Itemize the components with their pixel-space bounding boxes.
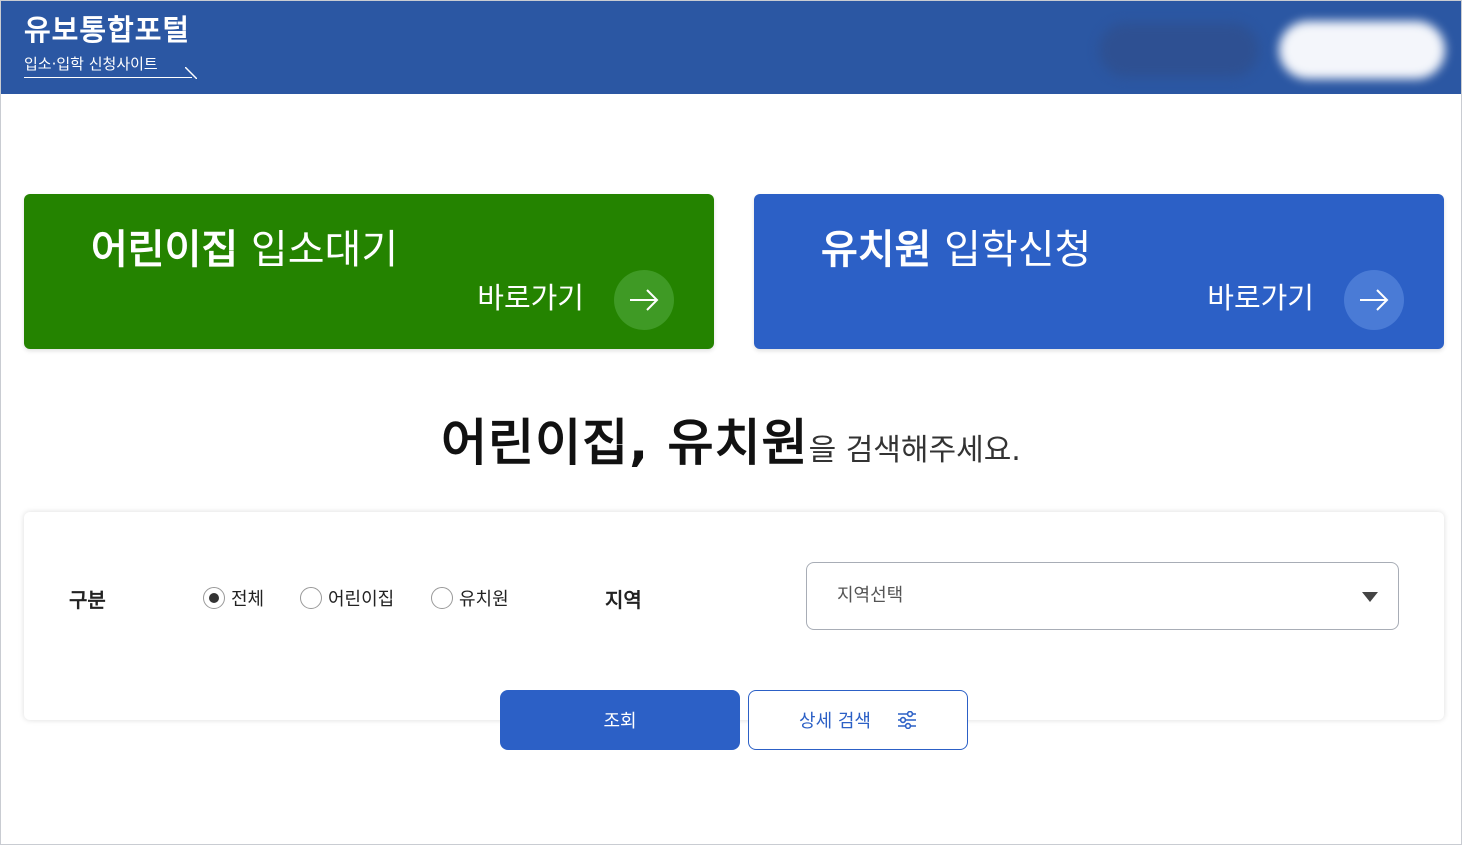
card-title-bold: 어린이집	[91, 227, 239, 273]
search-button-label: 조회	[603, 711, 637, 732]
go-label[interactable]: 바로가기	[477, 280, 584, 316]
radio-label: 전체	[231, 589, 265, 610]
radio-kindergarten[interactable]: 유치원	[431, 585, 509, 611]
brand[interactable]: 유보통합포털 입소·입학 신청사이트	[24, 13, 192, 78]
category-label: 구분	[69, 588, 106, 612]
arrow-right-icon[interactable]	[1344, 270, 1404, 330]
blurred-login-button[interactable]	[1279, 21, 1445, 79]
radio-daycare[interactable]: 어린이집	[300, 585, 394, 611]
search-headline: 어린이집, 유치원을 검색해주세요.	[1, 403, 1461, 475]
region-select-value: 지역선택	[837, 585, 904, 606]
arrow-right-icon[interactable]	[614, 270, 674, 330]
daycare-waitlist-card[interactable]: 어린이집 입소대기 바로가기	[24, 194, 714, 349]
card-title-bold: 유치원	[821, 227, 932, 273]
radio-label: 어린이집	[328, 589, 395, 610]
region-select[interactable]: 지역선택	[806, 562, 1399, 630]
site-title[interactable]: 유보통합포털	[24, 13, 190, 47]
kindergarten-apply-card[interactable]: 유치원 입학신청 바로가기	[754, 194, 1444, 349]
card-title-light: 입소대기	[250, 227, 399, 273]
underline-tick-icon	[185, 67, 197, 79]
headline-rest: 을 검색해주세요.	[808, 433, 1021, 468]
blurred-header-button[interactable]	[1099, 23, 1259, 77]
go-label[interactable]: 바로가기	[1207, 280, 1314, 316]
card-title: 어린이집 입소대기	[91, 226, 398, 274]
headline-bold: 어린이집, 유치원	[441, 414, 809, 472]
detail-search-label: 상세 검색	[799, 711, 871, 732]
search-button[interactable]: 조회	[500, 690, 740, 750]
radio-unchecked-icon[interactable]	[300, 587, 322, 609]
filter-sliders-icon	[897, 711, 917, 729]
radio-unchecked-icon[interactable]	[431, 587, 453, 609]
search-panel: 구분 전체 어린이집 유치원 지역 지역선택	[24, 512, 1444, 720]
radio-all[interactable]: 전체	[203, 585, 264, 611]
card-title: 유치원 입학신청	[821, 226, 1091, 274]
chevron-down-icon[interactable]	[1362, 592, 1378, 602]
card-title-light: 입학신청	[944, 227, 1092, 273]
detail-search-button[interactable]: 상세 검색	[748, 690, 968, 750]
region-label: 지역	[605, 588, 642, 612]
radio-checked-icon[interactable]	[203, 587, 225, 609]
radio-label: 유치원	[459, 589, 509, 610]
site-header: 유보통합포털 입소·입학 신청사이트	[1, 1, 1461, 94]
site-subtitle: 입소·입학 신청사이트	[24, 53, 192, 78]
